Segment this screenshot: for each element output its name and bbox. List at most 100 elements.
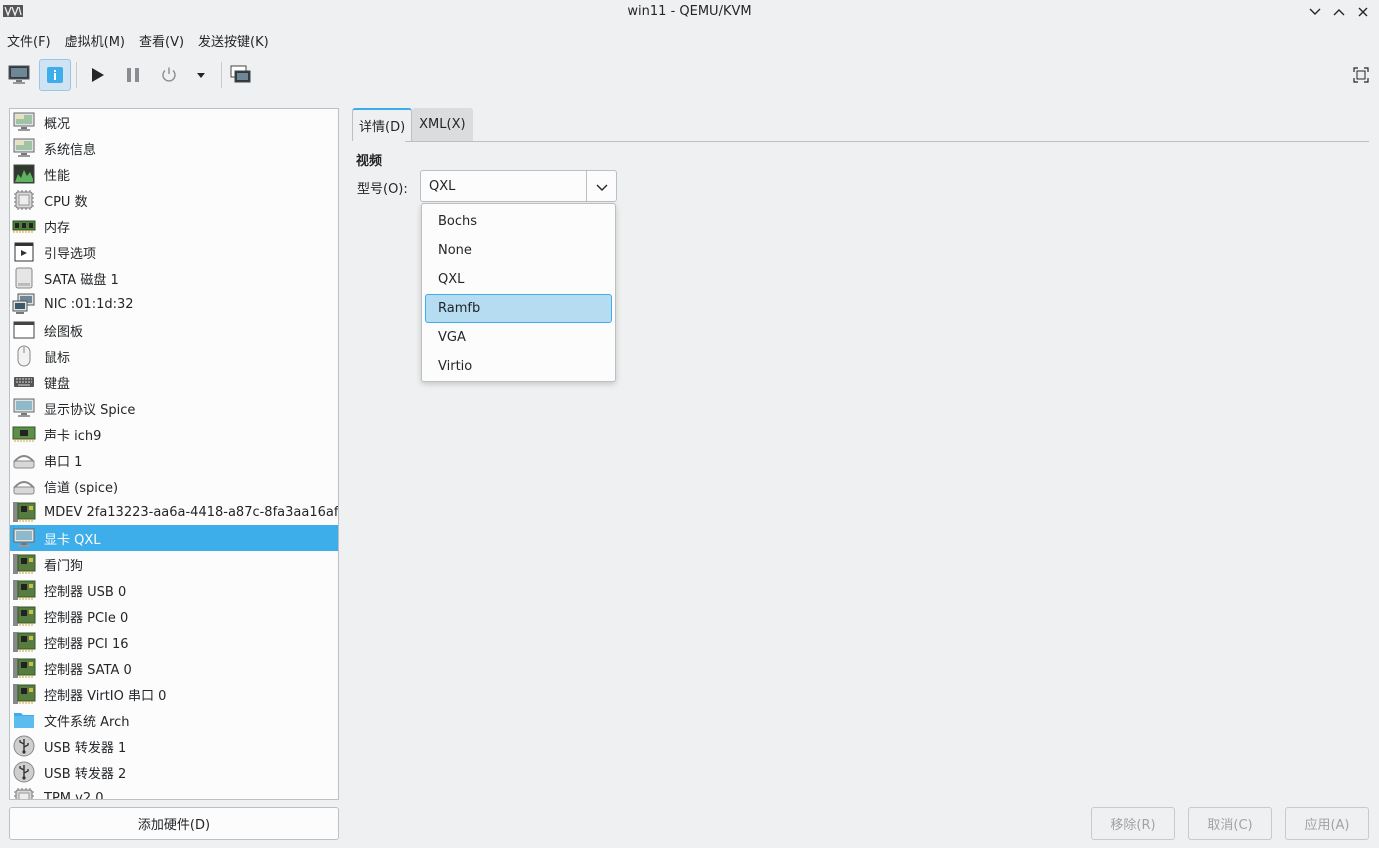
details-button[interactable] <box>39 59 71 91</box>
sidebar-item-label: 键盘 <box>44 376 71 392</box>
sidebar-item-label: 控制器 USB 0 <box>44 584 127 600</box>
option-bochs[interactable]: Bochs <box>425 207 612 236</box>
sidebar-item-label: 显示协议 Spice <box>44 402 136 418</box>
apply-button[interactable]: 应用(A) <box>1285 807 1369 840</box>
menu-view[interactable]: 查看(V) <box>132 28 191 52</box>
sidebar-item[interactable]: CPU 数 <box>10 187 338 213</box>
snapshots-button[interactable] <box>225 59 257 91</box>
window-title: win11 - QEMU/KVM <box>627 4 752 19</box>
network-icon <box>12 292 36 316</box>
shutdown-button[interactable] <box>153 59 185 91</box>
sidebar-item[interactable]: 引导选项 <box>10 239 338 265</box>
sidebar-item-label: 引导选项 <box>44 246 97 262</box>
close-icon <box>1358 7 1368 17</box>
fullscreen-button[interactable] <box>1345 59 1377 91</box>
sidebar-item[interactable]: 显卡 QXL <box>10 525 338 551</box>
chevron-down-icon <box>1309 8 1321 15</box>
sidebar-item[interactable]: USB 转发器 2 <box>10 759 338 785</box>
sidebar-item[interactable]: 文件系统 Arch <box>10 707 338 733</box>
sidebar-item[interactable]: MDEV 2fa13223-aa6a-4418-a87c-8fa3aa16afe… <box>10 499 338 525</box>
sidebar-item-label: 文件系统 Arch <box>44 714 130 730</box>
add-hardware-button[interactable]: 添加硬件(D) <box>9 807 339 840</box>
dropdown-arrow-icon <box>197 73 205 78</box>
sidebar-item-label: TPM v2.0 <box>44 790 104 800</box>
menu-file[interactable]: 文件(F) <box>0 28 58 52</box>
sidebar-item-label: 概况 <box>44 116 71 132</box>
sidebar-item[interactable]: 控制器 USB 0 <box>10 577 338 603</box>
sidebar-item-label: 性能 <box>44 168 71 184</box>
sidebar-item[interactable]: 显示协议 Spice <box>10 395 338 421</box>
memory-icon <box>12 214 36 238</box>
close-button[interactable] <box>1353 3 1373 21</box>
sidebar-item[interactable]: 概况 <box>10 109 338 135</box>
sidebar-item[interactable]: 控制器 VirtIO 串口 0 <box>10 681 338 707</box>
menu-send-key[interactable]: 发送按键(K) <box>191 28 276 52</box>
remove-button[interactable]: 移除(R) <box>1091 807 1175 840</box>
sidebar-item[interactable]: 绘图板 <box>10 317 338 343</box>
sidebar-item[interactable]: USB 转发器 1 <box>10 733 338 759</box>
option-virtio[interactable]: Virtio <box>425 352 612 381</box>
maximize-button[interactable] <box>1329 3 1349 21</box>
serial-icon <box>12 448 36 472</box>
info-icon <box>47 67 63 83</box>
option-qxl[interactable]: QXL <box>425 265 612 294</box>
sidebar-item[interactable]: 看门狗 <box>10 551 338 577</box>
shutdown-menu-button[interactable] <box>186 59 216 91</box>
pci-card-icon <box>12 578 36 602</box>
model-combobox[interactable]: QXL <box>420 170 617 202</box>
sidebar-item[interactable]: 键盘 <box>10 369 338 395</box>
sidebar-item[interactable]: 控制器 SATA 0 <box>10 655 338 681</box>
sidebar-item[interactable]: NIC :01:1d:32 <box>10 291 338 317</box>
option-ramfb[interactable]: Ramfb <box>425 294 612 323</box>
sidebar-item[interactable]: 控制器 PCI 16 <box>10 629 338 655</box>
tablet-icon <box>12 318 36 342</box>
pci-card-icon <box>12 656 36 680</box>
option-none[interactable]: None <box>425 236 612 265</box>
sidebar-item[interactable]: 内存 <box>10 213 338 239</box>
console-button[interactable] <box>3 59 35 91</box>
sidebar-item[interactable]: 鼠标 <box>10 343 338 369</box>
run-button[interactable] <box>81 59 113 91</box>
menu-vm[interactable]: 虚拟机(M) <box>58 28 132 52</box>
usb-icon <box>12 760 36 784</box>
pci-card-icon <box>12 682 36 706</box>
minimize-button[interactable] <box>1305 3 1325 21</box>
boot-icon <box>12 240 36 264</box>
cancel-button[interactable]: 取消(C) <box>1188 807 1272 840</box>
option-vga[interactable]: VGA <box>425 323 612 352</box>
sidebar-item-label: 信道 (spice) <box>44 480 119 496</box>
details-tabs: 详情(D) XML(X) <box>352 108 473 141</box>
tab-xml[interactable]: XML(X) <box>412 108 473 141</box>
disk-icon <box>12 266 36 290</box>
pci-card-icon <box>12 500 36 524</box>
sidebar-item[interactable]: 串口 1 <box>10 447 338 473</box>
model-label: 型号(O): <box>357 182 408 197</box>
hardware-list[interactable]: 概况系统信息性能 CPU 数内存引导选项 SATA 磁盘 1 NIC :01:1d:3… <box>9 108 339 800</box>
chevron-down-icon <box>596 184 608 191</box>
mouse-icon <box>12 344 36 368</box>
menu-bar: 文件(F) 虚拟机(M) 查看(V) 发送按键(K) <box>0 28 276 52</box>
display-icon <box>12 396 36 420</box>
sidebar-item[interactable]: 控制器 PCIe 0 <box>10 603 338 629</box>
section-title: 视频 <box>356 154 383 169</box>
performance-graph-icon <box>12 162 36 186</box>
sound-card-icon <box>12 422 36 446</box>
sidebar-item[interactable]: 声卡 ich9 <box>10 421 338 447</box>
sidebar-item[interactable]: TPM v2.0 <box>10 785 338 800</box>
sidebar-item-label: MDEV 2fa13223-aa6a-4418-a87c-8fa3aa16afe… <box>44 504 339 520</box>
tab-divider <box>405 141 1369 142</box>
keyboard-icon <box>12 370 36 394</box>
tab-details[interactable]: 详情(D) <box>352 108 413 141</box>
monitor-icon <box>12 110 36 134</box>
display-icon <box>12 526 36 550</box>
sidebar-item-label: SATA 磁盘 1 <box>44 272 119 288</box>
sidebar-item[interactable]: 系统信息 <box>10 135 338 161</box>
model-value: QXL <box>429 179 456 194</box>
pause-button[interactable] <box>117 59 149 91</box>
sidebar-item[interactable]: SATA 磁盘 1 <box>10 265 338 291</box>
toolbar <box>0 56 1379 94</box>
sidebar-item-label: CPU 数 <box>44 194 88 210</box>
sidebar-item[interactable]: 性能 <box>10 161 338 187</box>
sidebar-item[interactable]: 信道 (spice) <box>10 473 338 499</box>
title-bar: win11 - QEMU/KVM <box>0 0 1379 24</box>
